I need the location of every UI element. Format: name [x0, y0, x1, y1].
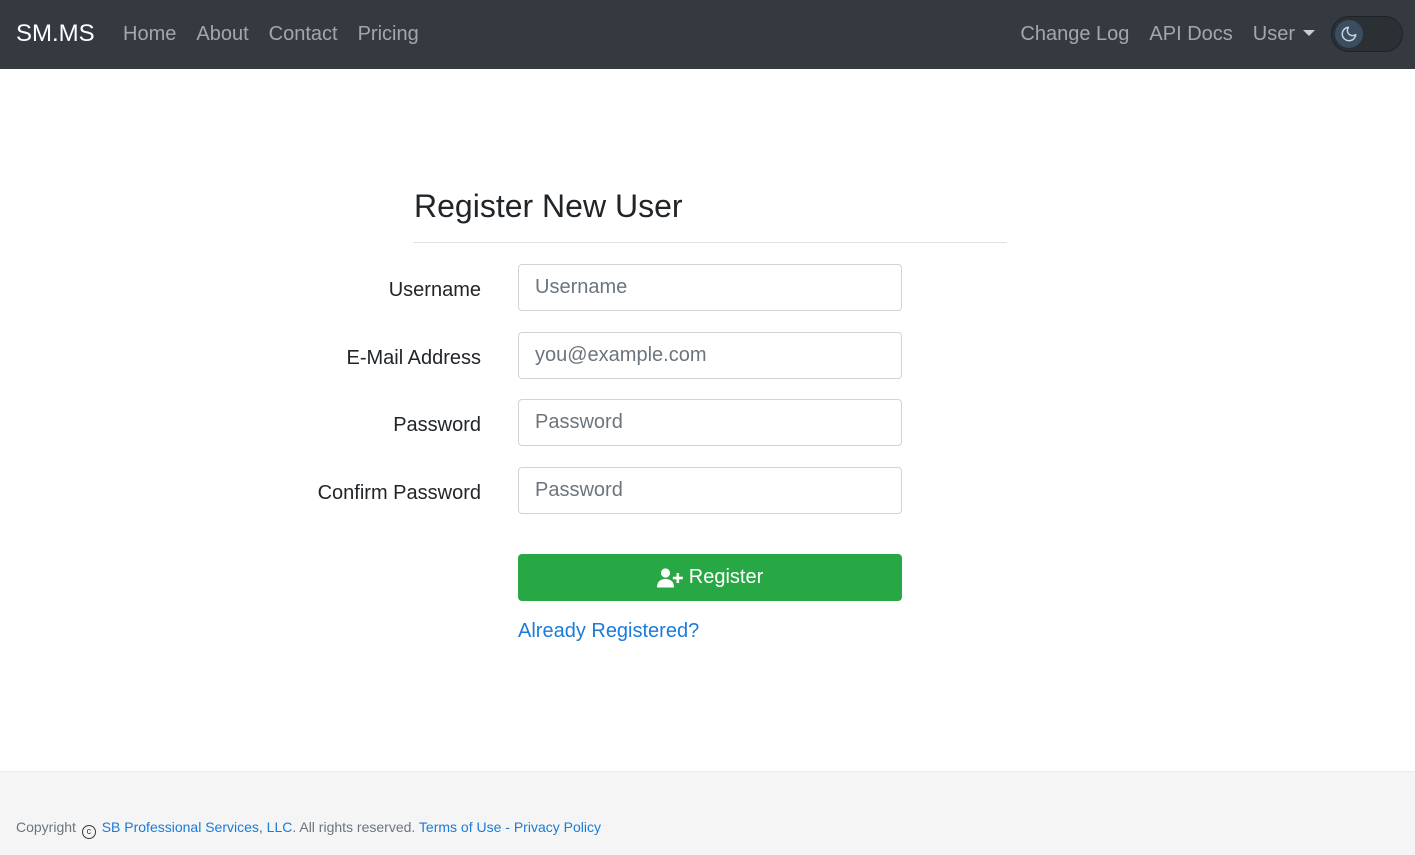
user-dropdown-label: User [1252, 23, 1295, 45]
company-link[interactable]: SB Professional Services, LLC [102, 819, 293, 835]
top-navbar: SM.MS Home About Contact Pricing Change … [0, 0, 1415, 69]
username-input[interactable] [518, 264, 902, 311]
moon-icon [1341, 26, 1357, 42]
primary-nav: Home About Contact Pricing [123, 22, 419, 46]
nav-pricing[interactable]: Pricing [358, 22, 419, 46]
footer-separator: - [501, 819, 514, 835]
user-plus-icon [656, 567, 683, 587]
password-label: Password [393, 414, 481, 436]
copyright-prefix: Copyright [16, 819, 76, 835]
nav-contact[interactable]: Contact [269, 22, 338, 46]
page-footer: Copyright c SB Professional Services, LL… [0, 771, 1415, 855]
register-button[interactable]: Register [518, 554, 902, 601]
copyright-icon: c [81, 825, 96, 839]
user-dropdown[interactable]: User [1253, 22, 1315, 46]
already-registered-link[interactable]: Already Registered? [518, 619, 699, 643]
page-title: Register New User [414, 188, 683, 224]
toggle-knob [1335, 20, 1363, 48]
password-input[interactable] [518, 399, 902, 446]
nav-home[interactable]: Home [123, 22, 176, 46]
username-label: Username [388, 279, 481, 301]
confirm-password-label: Confirm Password [317, 482, 481, 504]
title-divider [413, 242, 1007, 243]
register-button-label: Register [688, 566, 764, 588]
brand-logo[interactable]: SM.MS [16, 19, 95, 49]
nav-about[interactable]: About [196, 22, 248, 46]
footer-copyright: Copyright c SB Professional Services, LL… [16, 818, 601, 839]
caret-down-icon [1303, 30, 1315, 36]
email-input[interactable] [518, 332, 902, 379]
confirm-password-input[interactable] [518, 467, 902, 514]
nav-change-log[interactable]: Change Log [1020, 22, 1129, 46]
nav-api-docs[interactable]: API Docs [1149, 22, 1232, 46]
dark-mode-toggle[interactable] [1331, 16, 1403, 52]
rights-text: . All rights reserved. [292, 819, 416, 835]
terms-of-use-link[interactable]: Terms of Use [419, 819, 501, 835]
secondary-nav: Change Log API Docs User [1020, 22, 1315, 46]
email-label: E-Mail Address [346, 347, 482, 369]
privacy-policy-link[interactable]: Privacy Policy [514, 819, 601, 835]
